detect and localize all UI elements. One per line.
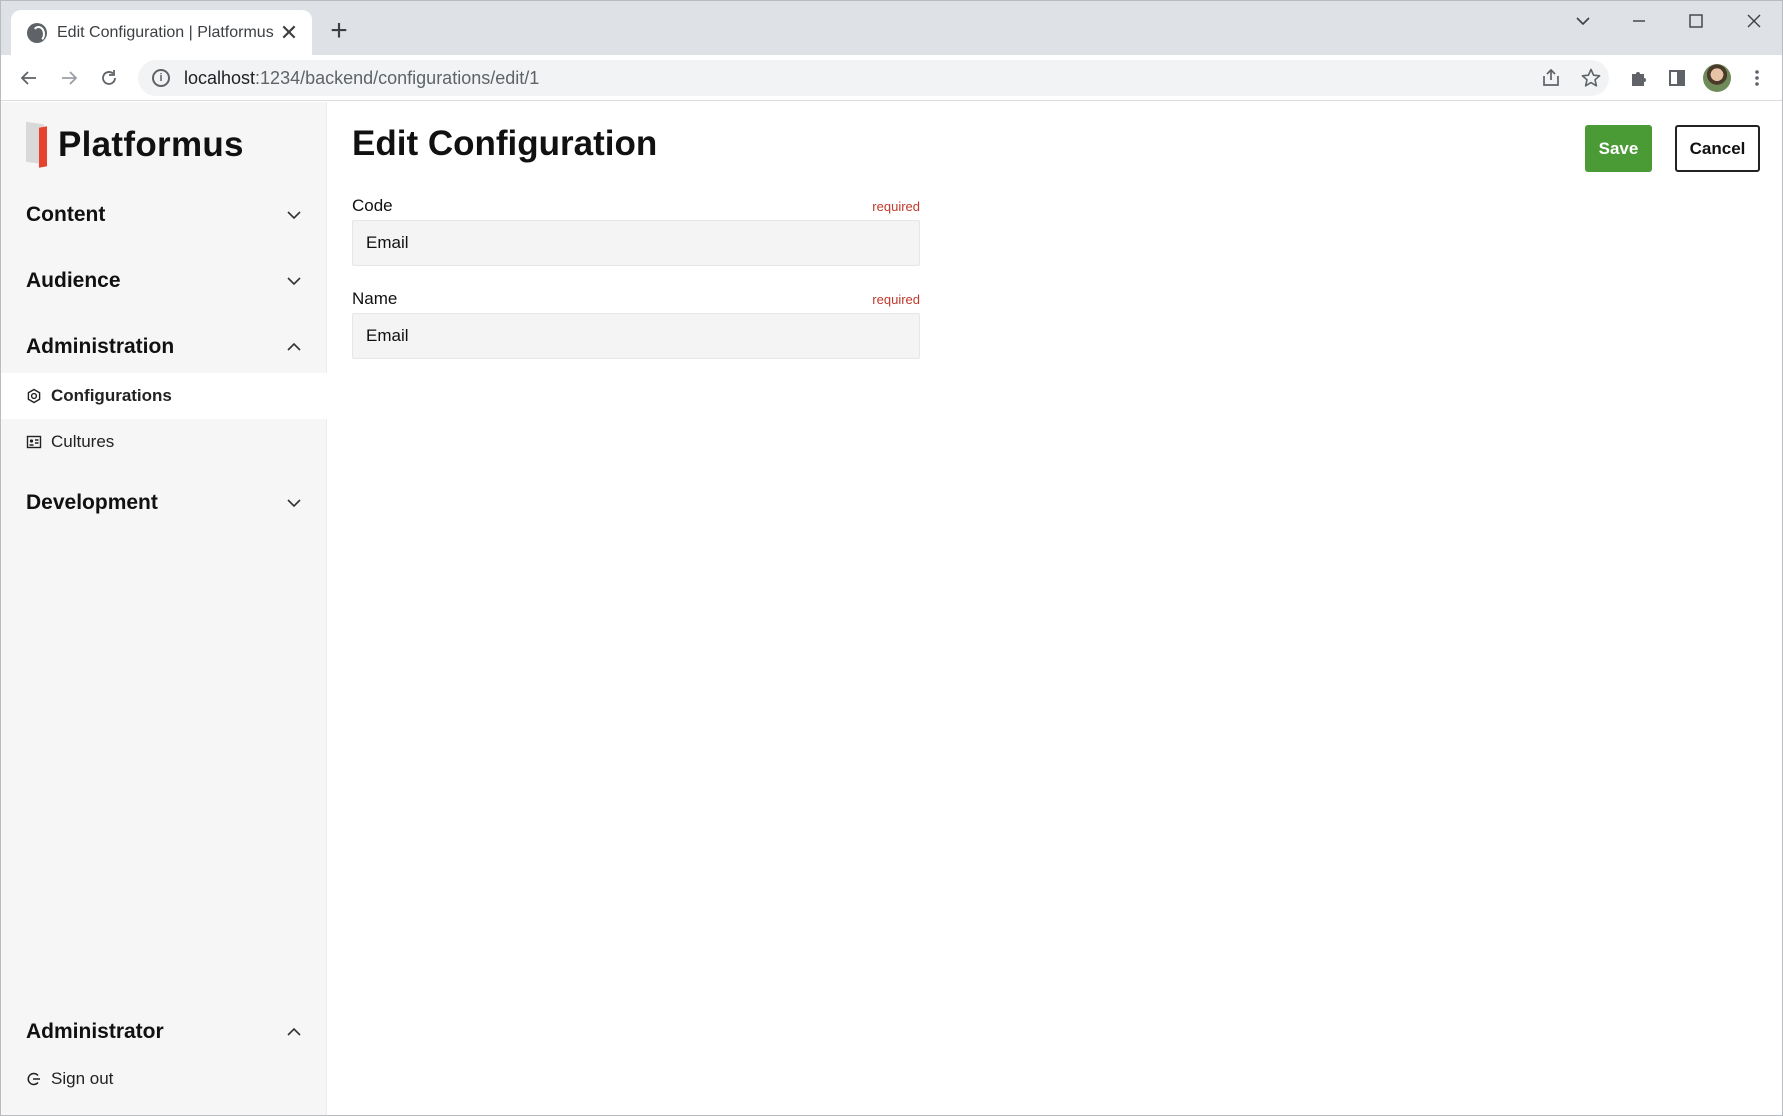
gear-icon: [27, 388, 41, 404]
bookmark-star-icon[interactable]: [1580, 67, 1602, 89]
nav-section-audience[interactable]: Audience: [1, 261, 327, 301]
field-header: Name required: [352, 289, 920, 311]
sidebar-item-configurations[interactable]: Configurations: [1, 373, 327, 419]
sidebar-item-label: Configurations: [51, 386, 172, 405]
browser-menu-icon[interactable]: [1741, 62, 1773, 94]
name-input[interactable]: Email: [352, 313, 920, 359]
chevron-down-icon: [287, 211, 301, 220]
logo-mark-icon: [26, 121, 50, 168]
sidebar: Platformus Content Audience Administrati…: [1, 102, 327, 1115]
browser-tab[interactable]: Edit Configuration | Platformus ✕: [11, 10, 312, 55]
nav-section-administration[interactable]: Administration: [1, 327, 327, 367]
forward-arrow-icon[interactable]: [53, 62, 85, 94]
platformus-logo[interactable]: Platformus: [26, 121, 244, 168]
chevron-down-icon: [287, 499, 301, 508]
chevron-down-icon: [287, 277, 301, 286]
browser-window: Edit Configuration | Platformus ✕ + i lo…: [0, 0, 1783, 1116]
tab-search-icon[interactable]: [1563, 7, 1603, 35]
maximize-icon[interactable]: [1676, 7, 1716, 35]
chevron-up-icon: [287, 1027, 301, 1036]
new-tab-button[interactable]: +: [324, 16, 354, 47]
side-panel-icon[interactable]: [1661, 62, 1693, 94]
code-label: Code: [352, 196, 393, 215]
nav-section-label: Administrator: [26, 1020, 164, 1043]
save-button[interactable]: Save: [1585, 125, 1652, 172]
site-info-icon[interactable]: i: [152, 69, 170, 87]
page-title: Edit Configuration: [352, 124, 658, 163]
nav-section-administrator[interactable]: Administrator: [1, 1012, 327, 1052]
nav-section-development[interactable]: Development: [1, 483, 327, 523]
nav-section-label: Development: [26, 491, 158, 514]
reload-icon[interactable]: [93, 62, 125, 94]
nav-section-label: Administration: [26, 335, 175, 358]
required-indicator: required: [872, 292, 920, 307]
sign-out-icon: [27, 1072, 40, 1086]
share-icon[interactable]: [1540, 67, 1562, 89]
main-content: Edit Configuration Save Cancel Code requ…: [328, 102, 1782, 1115]
profile-avatar[interactable]: [1703, 64, 1731, 92]
sign-out-link[interactable]: Sign out: [1, 1056, 327, 1102]
code-field: Code required Email: [352, 196, 920, 266]
url-path: :1234/backend/configurations/edit/1: [255, 67, 540, 88]
back-arrow-icon[interactable]: [13, 62, 45, 94]
code-input[interactable]: Email: [352, 220, 920, 266]
browser-toolbar: i localhost:1234/backend/configurations/…: [1, 55, 1782, 101]
globe-icon: [27, 22, 47, 43]
chevron-up-icon: [287, 342, 301, 351]
name-field: Name required Email: [352, 289, 920, 359]
cancel-button[interactable]: Cancel: [1675, 125, 1760, 172]
minimize-icon[interactable]: [1619, 7, 1659, 35]
logo-text: Platformus: [58, 125, 244, 164]
sign-out-label: Sign out: [51, 1069, 114, 1088]
nav-section-label: Audience: [26, 269, 121, 292]
nav-section-content[interactable]: Content: [1, 195, 327, 235]
url-text: localhost:1234/backend/configurations/ed…: [184, 68, 539, 89]
extensions-puzzle-icon[interactable]: [1623, 62, 1655, 94]
url-host: localhost: [184, 67, 256, 88]
id-card-icon: [26, 435, 42, 449]
field-header: Code required: [352, 196, 920, 218]
close-tab-icon[interactable]: ✕: [278, 21, 300, 44]
tab-title: Edit Configuration | Platformus: [57, 23, 274, 41]
name-label: Name: [352, 289, 398, 308]
sidebar-item-cultures[interactable]: Cultures: [1, 419, 327, 465]
close-window-icon[interactable]: [1734, 7, 1774, 35]
sidebar-item-label: Cultures: [51, 432, 115, 451]
required-indicator: required: [872, 199, 920, 214]
nav-section-label: Content: [26, 203, 106, 226]
address-bar[interactable]: i localhost:1234/backend/configurations/…: [138, 60, 1609, 96]
tab-strip: Edit Configuration | Platformus ✕ +: [1, 1, 1782, 55]
